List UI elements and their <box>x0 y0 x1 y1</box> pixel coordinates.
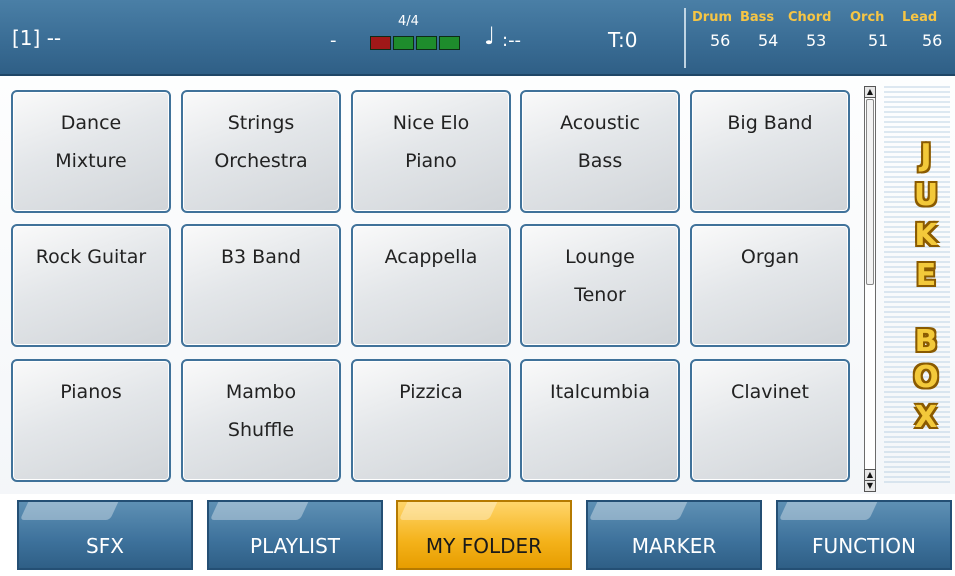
scroll-up-button[interactable]: ▲ <box>864 86 876 98</box>
pad-label: Big Band <box>727 112 813 134</box>
jukebox-letter: U <box>913 178 939 213</box>
style-pad[interactable]: B3 Band <box>181 224 341 347</box>
mixer-label: Lead <box>902 10 938 25</box>
pad-label: Strings <box>227 112 295 134</box>
bottom-tab-bar: SFX PLAYLIST MY FOLDER MARKER FUNCTION <box>0 494 955 576</box>
beat-meter <box>370 36 460 50</box>
mixer-channel-orch[interactable]: Orch 51 <box>850 10 910 50</box>
time-signature: 4/4 <box>398 14 419 29</box>
tab-label: MARKER <box>631 534 717 558</box>
tab-label: PLAYLIST <box>250 534 340 558</box>
jukebox-letter: K <box>914 218 938 253</box>
style-pad[interactable]: Big Band <box>690 90 850 213</box>
jukebox-letter: E <box>915 258 937 293</box>
status-divider <box>684 8 686 68</box>
jukebox-letter: X <box>914 400 938 435</box>
pad-label: Clavinet <box>731 381 809 403</box>
status-bar: [1] -- - 4/4 ♩ :-- T:0 Drum 56 Bass 54 C… <box>0 0 955 76</box>
scroll-thumb[interactable] <box>866 99 874 285</box>
pad-label: Organ <box>740 246 800 268</box>
style-pad[interactable]: Dance Mixture <box>11 90 171 213</box>
transpose-value: T:0 <box>608 28 638 52</box>
quarter-note-icon: ♩ <box>484 22 496 50</box>
beat-indicator <box>370 36 391 50</box>
pad-label: Acoustic <box>560 112 640 134</box>
beat-indicator <box>416 36 437 50</box>
mixer-label: Orch <box>850 10 885 25</box>
pad-label: Mambo <box>225 381 297 403</box>
tempo-value: :-- <box>502 30 522 51</box>
jukebox-letter: J <box>920 138 932 173</box>
tab-marker[interactable]: MARKER <box>586 500 762 570</box>
mixer-channel-lead[interactable]: Lead 56 <box>902 10 955 50</box>
tab-playlist[interactable]: PLAYLIST <box>207 500 383 570</box>
pad-label: Nice Elo <box>392 112 470 134</box>
pad-label: Mixture <box>55 150 127 172</box>
pad-label: Piano <box>405 150 457 172</box>
tab-label: SFX <box>86 534 124 558</box>
pad-label: Tenor <box>574 284 626 306</box>
style-pad[interactable]: Nice Elo Piano <box>351 90 511 213</box>
mixer-value: 56 <box>922 31 943 50</box>
style-pad[interactable]: Acoustic Bass <box>520 90 680 213</box>
tab-sfx[interactable]: SFX <box>17 500 193 570</box>
style-pad[interactable]: Rock Guitar <box>11 224 171 347</box>
pad-label: Acappella <box>384 246 478 268</box>
mixer-channel-chord[interactable]: Chord 53 <box>788 10 848 50</box>
pad-label: Bass <box>577 150 623 172</box>
style-pad[interactable]: Acappella <box>351 224 511 347</box>
pad-label: Pianos <box>60 381 122 403</box>
pad-label: Rock Guitar <box>35 246 147 268</box>
song-number: [1] -- <box>12 26 62 50</box>
mixer-value: 53 <box>806 31 827 50</box>
style-pad[interactable]: Lounge Tenor <box>520 224 680 347</box>
style-pad[interactable]: Pianos <box>11 359 171 482</box>
jukebox-letter: B <box>914 324 938 359</box>
beat-indicator <box>439 36 460 50</box>
style-pad[interactable]: Strings Orchestra <box>181 90 341 213</box>
style-pad[interactable]: Organ <box>690 224 850 347</box>
pad-label: Orchestra <box>214 150 308 172</box>
pad-label: Shuffle <box>227 419 295 441</box>
pad-label: Dance <box>60 112 122 134</box>
pad-label: Italcumbia <box>550 381 650 403</box>
style-pad[interactable]: Pizzica <box>351 359 511 482</box>
style-pad[interactable]: Clavinet <box>690 359 850 482</box>
jukebox-letter: O <box>913 360 939 395</box>
tab-label: MY FOLDER <box>425 534 543 558</box>
pad-label: Lounge <box>565 246 635 268</box>
status-dash: - <box>330 30 337 51</box>
style-pad[interactable]: Mambo Shuffle <box>181 359 341 482</box>
pad-label: B3 Band <box>221 246 301 268</box>
tab-label: FUNCTION <box>812 534 916 558</box>
tab-function[interactable]: FUNCTION <box>776 500 952 570</box>
tab-my-folder[interactable]: MY FOLDER <box>396 500 572 570</box>
pad-label: Pizzica <box>399 381 463 403</box>
style-pad[interactable]: Italcumbia <box>520 359 680 482</box>
mixer-label: Chord <box>788 10 832 25</box>
beat-indicator <box>393 36 414 50</box>
vertical-scrollbar[interactable]: ▲ ▲ ▼ <box>864 86 876 492</box>
scroll-down-button[interactable]: ▼ <box>864 480 876 492</box>
